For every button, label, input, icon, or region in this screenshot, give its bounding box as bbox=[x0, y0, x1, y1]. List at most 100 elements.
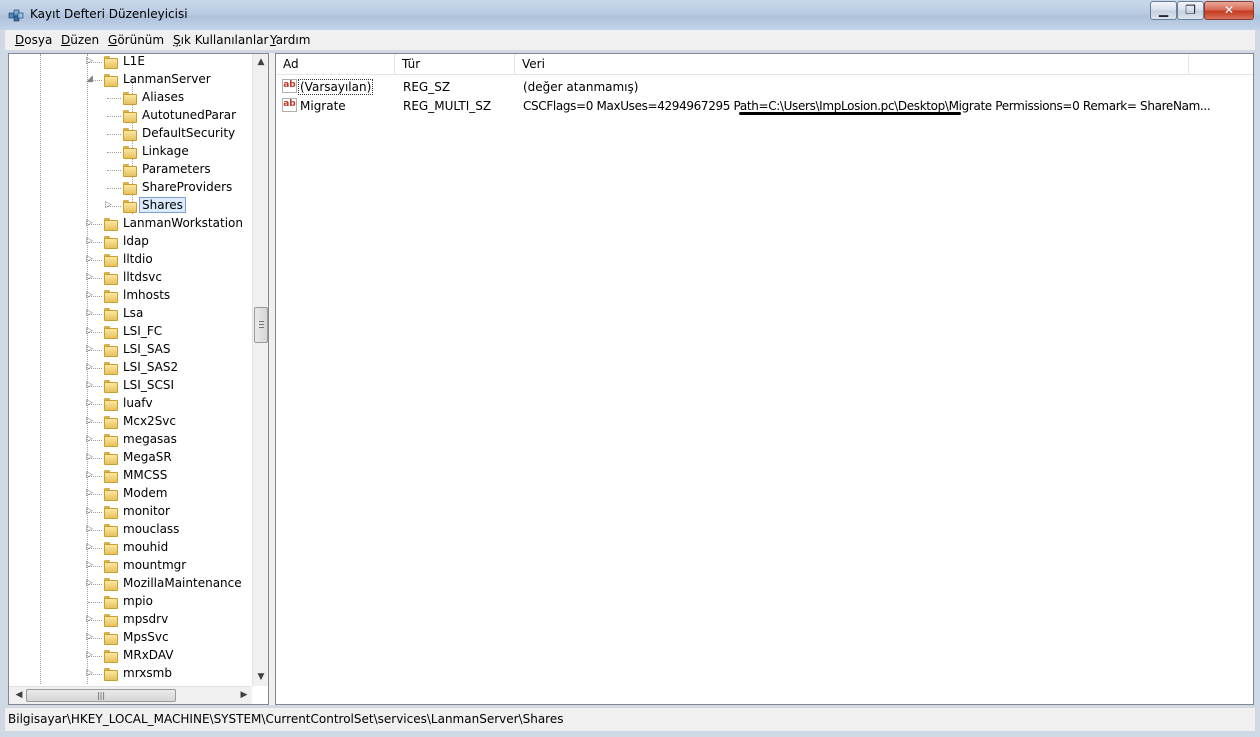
menu-file[interactable]: Dosya bbox=[15, 33, 52, 47]
tree-item-label: mpsdrv bbox=[123, 612, 169, 626]
tree-item-lanmanserver[interactable]: ◢ LanmanServer bbox=[9, 71, 252, 89]
tree-item-mmcss[interactable]: ▷ MMCSS bbox=[9, 467, 252, 485]
close-button[interactable]: ✕ bbox=[1204, 1, 1254, 20]
expand-arrow-icon[interactable]: ▷ bbox=[86, 399, 95, 408]
menu-edit[interactable]: Düzen bbox=[61, 33, 99, 47]
scroll-down-arrow-icon[interactable]: ▼ bbox=[253, 672, 268, 682]
tree-item-linkage[interactable]: Linkage bbox=[9, 143, 252, 161]
list-row[interactable]: ab (Varsayılan) REG_SZ (değer atanmamış) bbox=[276, 77, 1253, 96]
folder-body bbox=[104, 346, 118, 357]
expand-arrow-icon[interactable]: ▷ bbox=[105, 201, 114, 210]
title-bar[interactable]: Kayıt Defteri Düzenleyicisi ▁ ❐ ✕ bbox=[0, 0, 1260, 30]
maximize-button[interactable]: ❐ bbox=[1177, 1, 1204, 20]
tree-item-lsi-fc[interactable]: ▷ LSI_FC bbox=[9, 323, 252, 341]
expand-arrow-icon[interactable]: ▷ bbox=[86, 57, 95, 66]
tree-vertical-scrollbar[interactable]: ▲ ▼ bbox=[252, 54, 268, 686]
collapse-arrow-icon[interactable]: ◢ bbox=[86, 75, 95, 84]
tree-item-shares[interactable]: ▷ Shares bbox=[9, 197, 252, 215]
scroll-right-arrow-icon[interactable]: ▶ bbox=[236, 690, 252, 700]
expand-arrow-icon[interactable]: ▷ bbox=[86, 363, 95, 372]
expand-arrow-icon[interactable]: ▷ bbox=[86, 543, 95, 552]
tree-item-lltdsvc[interactable]: ▷ lltdsvc bbox=[9, 269, 252, 287]
folder-body bbox=[104, 454, 118, 465]
expand-arrow-icon[interactable]: ▷ bbox=[86, 255, 95, 264]
expand-arrow-icon[interactable]: ▷ bbox=[86, 309, 95, 318]
expand-arrow-icon[interactable]: ▷ bbox=[86, 453, 95, 462]
tree-horizontal-scrollbar[interactable]: ◀ ||| ▶ bbox=[9, 686, 252, 704]
expand-arrow-icon[interactable]: ▷ bbox=[86, 489, 95, 498]
expand-arrow-icon[interactable]: ▷ bbox=[86, 327, 95, 336]
menu-view[interactable]: Görünüm bbox=[108, 33, 164, 47]
expand-arrow-icon[interactable]: ▷ bbox=[86, 345, 95, 354]
menu-favorites[interactable]: Şık Kullanılanlar bbox=[173, 33, 268, 47]
tree-item-label: megasas bbox=[123, 432, 177, 446]
folder-icon bbox=[123, 163, 137, 177]
column-header-name[interactable]: Ad bbox=[276, 54, 395, 74]
tree-vertical-scroll-thumb[interactable] bbox=[254, 307, 268, 343]
tree-item-label: MozillaMaintenance bbox=[123, 576, 242, 590]
tree-item-luafv[interactable]: ▷ luafv bbox=[9, 395, 252, 413]
tree-item-label: ldap bbox=[123, 234, 149, 248]
tree-item-mpio[interactable]: mpio bbox=[9, 593, 252, 611]
tree-item-lltdio[interactable]: ▷ lltdio bbox=[9, 251, 252, 269]
expand-arrow-icon[interactable]: ▷ bbox=[86, 561, 95, 570]
tree-item-lmhosts[interactable]: ▷ lmhosts bbox=[9, 287, 252, 305]
tree-item-mrxdav[interactable]: ▷ MRxDAV bbox=[9, 647, 252, 665]
tree-item-mozillamaintenance[interactable]: ▷ MozillaMaintenance bbox=[9, 575, 252, 593]
tree-item-mouclass[interactable]: ▷ mouclass bbox=[9, 521, 252, 539]
expand-arrow-icon[interactable]: ▷ bbox=[86, 633, 95, 642]
tree-item-mcx2svc[interactable]: ▷ Mcx2Svc bbox=[9, 413, 252, 431]
minimize-button[interactable]: ▁ bbox=[1150, 1, 1177, 20]
folder-body bbox=[104, 616, 118, 627]
tree-item-ldap[interactable]: ▷ ldap bbox=[9, 233, 252, 251]
key-tree[interactable]: ▷ L1E ◢ LanmanServer Aliases AutotunedParar De… bbox=[8, 53, 269, 705]
tree-item-label: lltdsvc bbox=[123, 270, 162, 284]
tree-item-defaultsecurity[interactable]: DefaultSecurity bbox=[9, 125, 252, 143]
value-list[interactable]: Ad Tür Veri ab (Varsayılan) REG_SZ (değe… bbox=[275, 53, 1254, 705]
folder-icon bbox=[104, 271, 118, 285]
tree-item-aliases[interactable]: Aliases bbox=[9, 89, 252, 107]
tree-item-lsa[interactable]: ▷ Lsa bbox=[9, 305, 252, 323]
expand-arrow-icon[interactable]: ▷ bbox=[86, 381, 95, 390]
tree-item-shareproviders[interactable]: ShareProviders bbox=[9, 179, 252, 197]
tree-item-mouhid[interactable]: ▷ mouhid bbox=[9, 539, 252, 557]
tree-horizontal-scroll-thumb[interactable]: ||| bbox=[26, 689, 176, 702]
expand-arrow-icon[interactable]: ▷ bbox=[86, 615, 95, 624]
scroll-up-arrow-icon[interactable]: ▲ bbox=[253, 57, 268, 67]
expand-arrow-icon[interactable]: ▷ bbox=[86, 471, 95, 480]
expand-arrow-icon[interactable]: ▷ bbox=[86, 651, 95, 660]
tree-item-label: lmhosts bbox=[123, 288, 171, 302]
tree-item-monitor[interactable]: ▷ monitor bbox=[9, 503, 252, 521]
tree-item-mpssvc[interactable]: ▷ MpsSvc bbox=[9, 629, 252, 647]
tree-item-l1e[interactable]: ▷ L1E bbox=[9, 54, 252, 71]
expand-arrow-icon[interactable]: ▷ bbox=[86, 507, 95, 516]
expand-arrow-icon[interactable]: ▷ bbox=[86, 273, 95, 282]
menu-help[interactable]: Yardım bbox=[270, 33, 310, 47]
tree-item-lsi-scsi[interactable]: ▷ LSI_SCSI bbox=[9, 377, 252, 395]
tree-item-megasas[interactable]: ▷ megasas bbox=[9, 431, 252, 449]
expand-arrow-icon[interactable]: ▷ bbox=[86, 435, 95, 444]
expand-arrow-icon[interactable]: ▷ bbox=[86, 579, 95, 588]
tree-item-mountmgr[interactable]: ▷ mountmgr bbox=[9, 557, 252, 575]
tree-item-autotunedparar[interactable]: AutotunedParar bbox=[9, 107, 252, 125]
column-header-data[interactable]: Veri bbox=[515, 54, 1189, 74]
tree-item-mrxsmb[interactable]: ▷ mrxsmb bbox=[9, 665, 252, 683]
expand-arrow-icon[interactable]: ▷ bbox=[86, 417, 95, 426]
expand-arrow-icon[interactable]: ▷ bbox=[86, 669, 95, 678]
tree-item-megasr[interactable]: ▷ MegaSR bbox=[9, 449, 252, 467]
expand-arrow-icon[interactable]: ▷ bbox=[86, 291, 95, 300]
tree-item-lsi-sas[interactable]: ▷ LSI_SAS bbox=[9, 341, 252, 359]
tree-item-lanmanworkstation[interactable]: ▷ LanmanWorkstation bbox=[9, 215, 252, 233]
tree-item-mpsdrv[interactable]: ▷ mpsdrv bbox=[9, 611, 252, 629]
folder-body bbox=[104, 76, 118, 87]
tree-item-parameters[interactable]: Parameters bbox=[9, 161, 252, 179]
expand-arrow-icon[interactable]: ▷ bbox=[86, 237, 95, 246]
tree-item-modem[interactable]: ▷ Modem bbox=[9, 485, 252, 503]
expand-arrow-icon[interactable]: ▷ bbox=[86, 219, 95, 228]
expand-arrow-icon[interactable]: ▷ bbox=[86, 525, 95, 534]
tree-item-lsi-sas2[interactable]: ▷ LSI_SAS2 bbox=[9, 359, 252, 377]
close-icon: ✕ bbox=[1223, 3, 1235, 17]
scroll-left-arrow-icon[interactable]: ◀ bbox=[11, 690, 27, 700]
tree-item-label: LSI_FC bbox=[123, 324, 163, 338]
column-header-type[interactable]: Tür bbox=[395, 54, 515, 74]
